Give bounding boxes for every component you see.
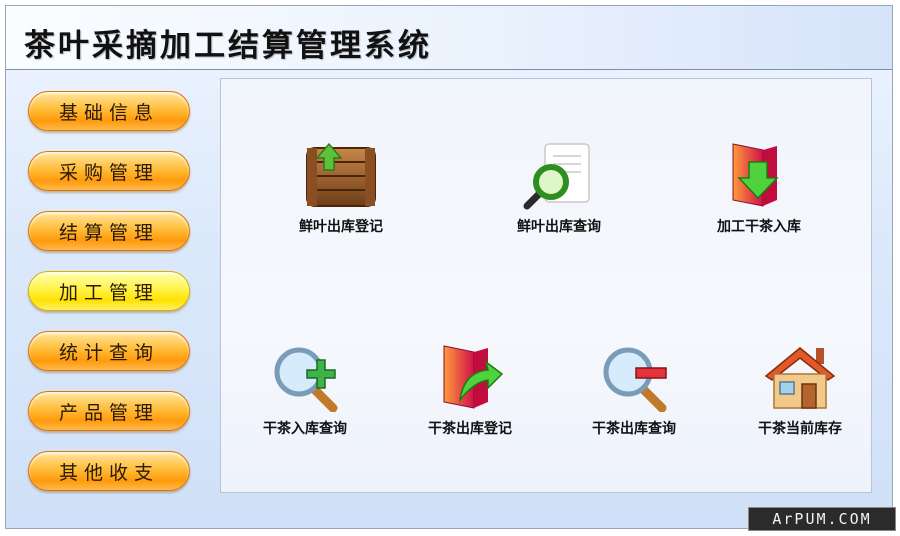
tile-fresh-leaf-outbound-query[interactable]: 鲜叶出库查询 xyxy=(494,140,624,236)
house-icon xyxy=(764,347,836,409)
tile-label: 干茶出库登记 xyxy=(428,421,512,437)
nav-button-settlement[interactable]: 结算管理 xyxy=(28,211,190,251)
nav-button-label: 统计查询 xyxy=(58,341,159,364)
tile-label: 加工干茶入库 xyxy=(717,219,801,235)
magnifier-plus-icon xyxy=(274,347,338,412)
nav-button-products[interactable]: 产品管理 xyxy=(28,391,190,431)
folder-arrow-out-icon xyxy=(443,345,504,409)
document-search-icon xyxy=(523,143,590,210)
nav-button-purchase[interactable]: 采购管理 xyxy=(28,151,190,191)
tile-label: 干茶当前库存 xyxy=(758,421,842,437)
nav-button-statistics[interactable]: 统计查询 xyxy=(28,331,190,371)
nav-button-label: 产品管理 xyxy=(58,401,159,424)
title-bar: 茶叶采摘加工结算管理系统 xyxy=(6,6,892,70)
nav-button-label: 基础信息 xyxy=(58,101,159,124)
tile-dry-tea-outbound-query[interactable]: 干茶出库查询 xyxy=(569,342,699,438)
nav-button-processing[interactable]: 加工管理 xyxy=(28,271,190,311)
tile-label: 干茶入库查询 xyxy=(263,421,347,437)
nav-button-label: 结算管理 xyxy=(58,221,159,244)
tile-label: 干茶出库查询 xyxy=(592,421,676,437)
app-title: 茶叶采摘加工结算管理系统 xyxy=(24,28,432,64)
tile-label: 鲜叶出库登记 xyxy=(299,219,383,235)
magnifier-minus-icon xyxy=(603,347,667,412)
crate-upload-icon xyxy=(306,142,376,207)
nav-button-label: 采购管理 xyxy=(58,161,159,184)
tile-processed-tea-inbound[interactable]: 加工干茶入库 xyxy=(694,140,824,236)
nav-button-label: 其他收支 xyxy=(58,461,159,484)
watermark: ArPUM.COM xyxy=(748,507,896,531)
tile-label: 鲜叶出库查询 xyxy=(517,219,601,235)
nav-button-label: 加工管理 xyxy=(58,281,159,304)
tile-fresh-leaf-outbound-register[interactable]: 鲜叶出库登记 xyxy=(276,140,406,236)
tile-dry-tea-inbound-query[interactable]: 干茶入库查询 xyxy=(240,342,370,438)
nav-button-other-income[interactable]: 其他收支 xyxy=(28,451,190,491)
tile-dry-tea-current-stock[interactable]: 干茶当前库存 xyxy=(735,342,865,438)
tile-dry-tea-outbound-register[interactable]: 干茶出库登记 xyxy=(405,342,535,438)
folder-download-icon xyxy=(732,143,779,207)
nav-button-basic-info[interactable]: 基础信息 xyxy=(28,91,190,131)
